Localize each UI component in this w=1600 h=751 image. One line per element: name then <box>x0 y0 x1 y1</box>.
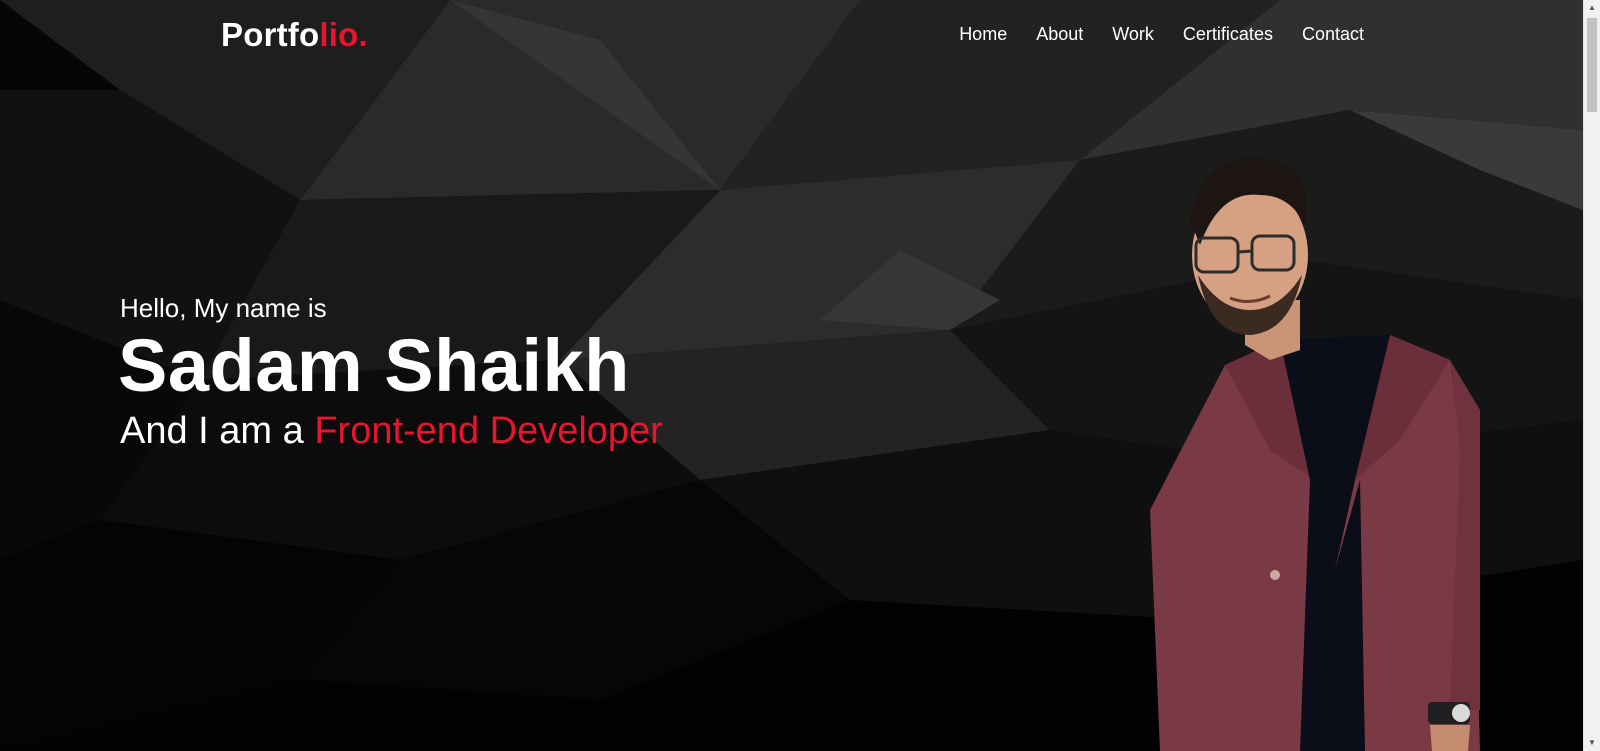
scrollbar-thumb[interactable] <box>1587 18 1597 112</box>
profile-photo <box>1150 157 1480 751</box>
nav-item-work[interactable]: Work <box>1112 24 1154 45</box>
hero-intro: Hello, My name is Sadam Shaikh And I am … <box>118 293 663 453</box>
brand-main-text: Portfo <box>221 16 320 53</box>
hero-role: And I am a Front-end Developer <box>120 409 663 453</box>
triangle-up-icon[interactable]: ▲ <box>1584 0 1600 16</box>
nav-item-home[interactable]: Home <box>959 24 1007 45</box>
main-nav: Home About Work Certificates Contact <box>959 24 1364 45</box>
hero-name: Sadam Shaikh <box>118 324 630 407</box>
portfolio-page: Portfolio. Home About Work Certificates … <box>0 0 1600 751</box>
nav-item-contact[interactable]: Contact <box>1302 24 1364 45</box>
vertical-scrollbar[interactable]: ▲ ▼ <box>1583 0 1600 751</box>
hero-greeting: Hello, My name is <box>120 293 327 323</box>
nav-item-certificates[interactable]: Certificates <box>1183 24 1273 45</box>
triangle-down-icon[interactable]: ▼ <box>1584 735 1600 751</box>
brand-logo[interactable]: Portfolio. <box>221 16 368 54</box>
brand-accent-text: lio. <box>319 16 368 53</box>
hero-role-prefix: And I am a <box>120 410 315 452</box>
hero-role-highlight: Front-end Developer <box>314 410 663 452</box>
nav-item-about[interactable]: About <box>1036 24 1083 45</box>
